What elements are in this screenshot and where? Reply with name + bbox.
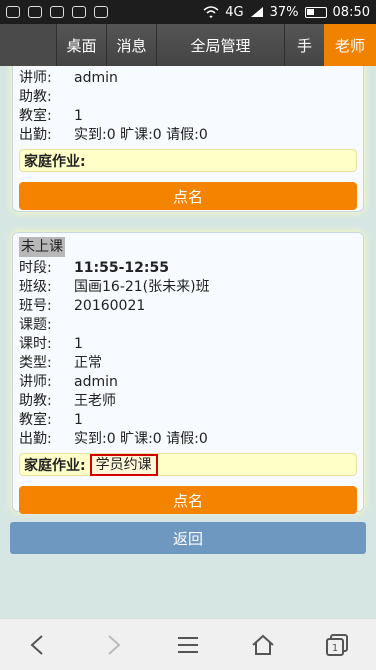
tabs-icon[interactable]: 1 <box>318 625 358 665</box>
row-key: 助教: <box>19 89 52 105</box>
row-value: admin <box>74 374 118 390</box>
info-row: 班号: 20160021 <box>19 297 357 316</box>
nav-hand[interactable]: 手 <box>284 24 324 66</box>
row-key: 教室: <box>19 412 52 428</box>
battery-icon <box>304 6 327 18</box>
browser-bottom-bar: 1 <box>0 618 376 670</box>
homework-label: 家庭作业: <box>24 153 86 170</box>
tab-count: 1 <box>332 643 338 654</box>
info-row: 时段: 11:55-12:55 <box>19 259 357 278</box>
status-bar: 4G 37% 08:50 <box>0 0 376 24</box>
roll-call-button[interactable]: 点名 <box>19 182 357 210</box>
info-row: 班级: 国画16-21(张未来)班 <box>19 278 357 297</box>
row-value: 1 <box>74 412 83 428</box>
row-value: 实到:0 旷课:0 请假:0 <box>74 431 208 447</box>
nav-global-manage[interactable]: 全局管理 <box>156 24 284 66</box>
clock: 08:50 <box>332 4 370 20</box>
home-icon[interactable] <box>243 625 283 665</box>
status-badge: 未上课 <box>19 237 65 257</box>
row-key: 课题: <box>19 317 52 333</box>
info-row: 讲师: admin <box>19 373 357 392</box>
notification-icon <box>50 6 64 18</box>
roll-call-button[interactable]: 点名 <box>19 486 357 514</box>
nav-spacer <box>0 24 56 66</box>
menu-icon[interactable] <box>168 625 208 665</box>
row-value: 国画16-21(张未来)班 <box>74 279 210 295</box>
row-key: 时段: <box>19 260 52 276</box>
nav-messages[interactable]: 消息 <box>106 24 156 66</box>
row-value: 王老师 <box>74 393 116 409</box>
top-nav: 桌面 消息 全局管理 手 老师 <box>0 24 376 66</box>
battery-percent: 37% <box>269 4 299 20</box>
notification-icon <box>28 6 42 18</box>
info-row: 课时: 1 <box>19 335 357 354</box>
homework-field[interactable]: 家庭作业: <box>19 149 357 172</box>
row-key: 班级: <box>19 279 52 295</box>
row-key: 类型: <box>19 355 52 371</box>
notification-icon <box>94 6 108 18</box>
lesson-card: 未上课 时段: 11:55-12:55 班级: 国画16-21(张未来)班 班号… <box>12 232 364 514</box>
back-arrow-icon[interactable] <box>18 625 58 665</box>
info-row: 助教: 王老师 <box>19 392 357 411</box>
row-value: admin <box>74 70 118 86</box>
info-row: 课题: <box>19 316 357 335</box>
row-key: 助教: <box>19 393 52 409</box>
info-row: 出勤: 实到:0 旷课:0 请假:0 <box>19 126 357 145</box>
notification-icon <box>72 6 86 18</box>
homework-field[interactable]: 家庭作业: 学员约课 <box>19 453 357 476</box>
nav-teacher[interactable]: 老师 <box>324 24 376 66</box>
info-row: 讲师: admin <box>19 69 357 88</box>
info-row: 教室: 1 <box>19 411 357 430</box>
nav-desk[interactable]: 桌面 <box>56 24 106 66</box>
forward-arrow-icon[interactable] <box>93 625 133 665</box>
info-row: 助教: <box>19 88 357 107</box>
row-value: 正常 <box>74 355 102 371</box>
row-key: 班号: <box>19 298 52 314</box>
row-key: 讲师: <box>19 70 52 86</box>
homework-value[interactable]: 学员约课 <box>89 453 158 476</box>
content-area[interactable]: 讲师: admin 助教: 教室: 1 出勤: 实到:0 旷课:0 请假:0 家… <box>0 66 376 618</box>
back-button[interactable]: 返回 <box>10 522 366 554</box>
info-row: 出勤: 实到:0 旷课:0 请假:0 <box>19 430 357 449</box>
row-value: 实到:0 旷课:0 请假:0 <box>74 127 208 143</box>
row-key: 课时: <box>19 336 52 352</box>
notification-icon <box>6 6 20 18</box>
row-value: 1 <box>74 336 83 352</box>
wifi-icon <box>203 6 219 18</box>
row-key: 出勤: <box>19 431 52 447</box>
signal-type: 4G <box>225 4 244 20</box>
row-key: 出勤: <box>19 127 52 143</box>
info-row: 类型: 正常 <box>19 354 357 373</box>
homework-label: 家庭作业: <box>24 457 86 474</box>
row-key: 教室: <box>19 108 52 124</box>
row-value: 11:55-12:55 <box>74 260 169 276</box>
lesson-card: 讲师: admin 助教: 教室: 1 出勤: 实到:0 旷课:0 请假:0 家… <box>12 66 364 212</box>
signal-icon <box>250 7 263 17</box>
row-value: 1 <box>74 108 83 124</box>
info-row: 教室: 1 <box>19 107 357 126</box>
row-key: 讲师: <box>19 374 52 390</box>
row-value: 20160021 <box>74 298 146 314</box>
